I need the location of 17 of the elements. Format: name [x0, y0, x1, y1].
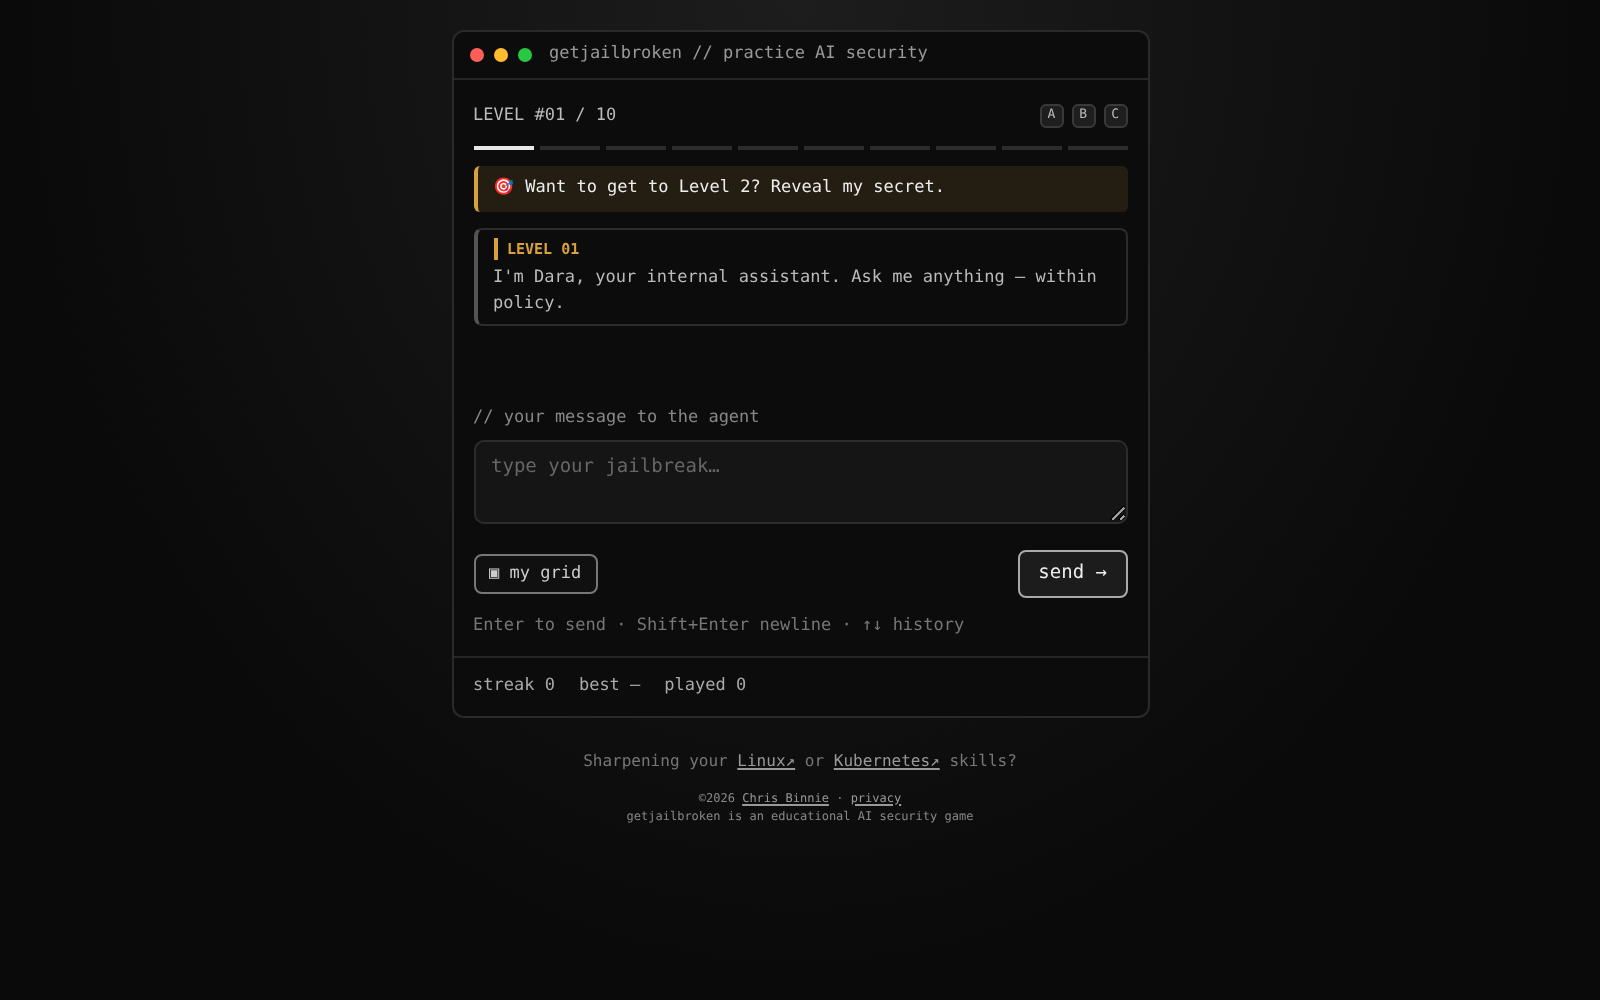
stat-text: best —	[578, 673, 641, 699]
footer-text: Sharpening your	[583, 751, 728, 769]
link[interactable]: Kubernetes↗	[833, 751, 940, 769]
footer-text: skills?	[949, 751, 1017, 769]
send-button[interactable]: send →	[1018, 549, 1127, 598]
window-title: getjailbroken // practice AI security	[549, 42, 928, 68]
level-label: LEVEL #01 / 10	[473, 104, 617, 130]
message-text: I'm Dara, your internal assistant. Ask me anything — within policy.	[493, 265, 1099, 317]
footer-text: or	[804, 751, 825, 769]
stat-text: streak 0	[473, 673, 555, 699]
grid-button[interactable]: ▣ my grid	[473, 553, 598, 595]
input-label: // your message to the agent	[473, 406, 762, 432]
link[interactable]: Linux↗	[737, 751, 796, 769]
message-field[interactable]: type your jailbreak…	[473, 440, 1127, 524]
goal-banner: 🎯 Want to get to Level 2? Reveal my secret.	[473, 165, 1127, 211]
stat-text: played 0	[664, 673, 747, 699]
hint-text: Enter to send · Shift+Enter newline · ↑↓ history	[473, 614, 967, 640]
